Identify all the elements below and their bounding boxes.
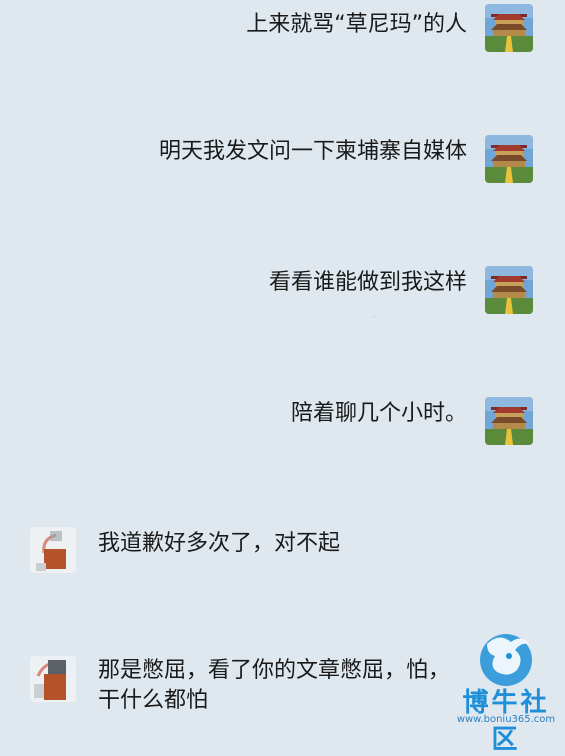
- message-row-self: 上来就骂“草尼玛”的人: [0, 4, 565, 56]
- divider: [372, 316, 375, 317]
- watermark-url: www.boniu365.com: [456, 714, 556, 725]
- message-text: 看看谁能做到我这样: [268, 270, 467, 295]
- bull-logo-icon: [480, 634, 532, 686]
- message-text: 我道歉好多次了，对不起: [98, 531, 341, 556]
- message-text: 明天我发文问一下柬埔寨自媒体: [158, 139, 467, 164]
- temple-avatar-icon[interactable]: [485, 397, 533, 445]
- blurred-avatar-icon[interactable]: [30, 527, 76, 573]
- message-row-self: 明天我发文问一下柬埔寨自媒体: [0, 135, 565, 187]
- blurred-avatar-icon[interactable]: [30, 656, 76, 702]
- watermark: 博牛社区 www.boniu365.com: [451, 630, 561, 755]
- temple-avatar-icon[interactable]: [485, 266, 533, 314]
- message-text: 那是憋屈，看了你的文章憋屈，怕，干什么都怕: [98, 658, 451, 713]
- chat-view: 上来就骂“草尼玛”的人 明天我发文问一下柬埔寨自媒体 看看谁能做到我这样 陪着聊…: [0, 0, 565, 755]
- message-row-self: 陪着聊几个小时。: [0, 397, 565, 449]
- temple-avatar-icon[interactable]: [485, 4, 533, 52]
- temple-avatar-icon[interactable]: [485, 135, 533, 183]
- message-row-self: 看看谁能做到我这样: [0, 266, 565, 318]
- message-text: 上来就骂“草尼玛”的人: [246, 12, 467, 37]
- message-text: 陪着聊几个小时。: [290, 401, 467, 426]
- message-row-other: 我道歉好多次了，对不起: [0, 527, 565, 579]
